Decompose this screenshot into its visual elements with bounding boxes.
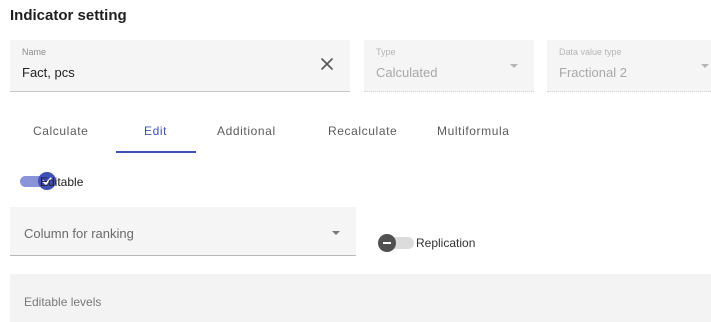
replication-label: Replication bbox=[416, 236, 476, 250]
chevron-down-icon bbox=[701, 64, 709, 68]
column-for-ranking-select[interactable]: Column for ranking bbox=[10, 207, 356, 256]
tab-recalculate[interactable]: Recalculate bbox=[328, 124, 397, 138]
data-value-type-select: Data value type Fractional 2 bbox=[547, 40, 711, 92]
tab-edit[interactable]: Edit bbox=[144, 124, 167, 138]
editable-label: Editable bbox=[40, 175, 84, 189]
editable-levels-placeholder: Editable levels bbox=[24, 295, 102, 309]
data-value-type-value: Fractional 2 bbox=[559, 65, 627, 80]
type-select-label: Type bbox=[376, 47, 396, 57]
page-title: Indicator setting bbox=[10, 7, 127, 24]
minus-icon bbox=[383, 242, 391, 244]
close-icon[interactable] bbox=[320, 57, 334, 71]
chevron-down-icon bbox=[510, 64, 518, 68]
tab-calculate[interactable]: Calculate bbox=[33, 124, 88, 138]
replication-toggle[interactable] bbox=[378, 234, 414, 252]
tab-additional[interactable]: Additional bbox=[217, 124, 276, 138]
replication-toggle-knob bbox=[378, 234, 396, 252]
column-for-ranking-placeholder: Column for ranking bbox=[24, 226, 134, 241]
active-tab-indicator bbox=[116, 151, 196, 153]
tab-multiformula[interactable]: Multiformula bbox=[437, 124, 510, 138]
name-field-value[interactable]: Fact, pcs bbox=[22, 65, 75, 80]
type-select-value: Calculated bbox=[376, 65, 438, 80]
data-value-type-label: Data value type bbox=[559, 47, 622, 57]
name-field[interactable]: Name Fact, pcs bbox=[10, 40, 350, 92]
name-field-label: Name bbox=[22, 47, 47, 57]
chevron-down-icon bbox=[332, 231, 340, 235]
tab-bar: Calculate Edit Additional Recalculate Mu… bbox=[0, 113, 711, 155]
type-select: Type Calculated bbox=[364, 40, 534, 92]
editable-levels-field[interactable]: Editable levels bbox=[10, 274, 711, 322]
